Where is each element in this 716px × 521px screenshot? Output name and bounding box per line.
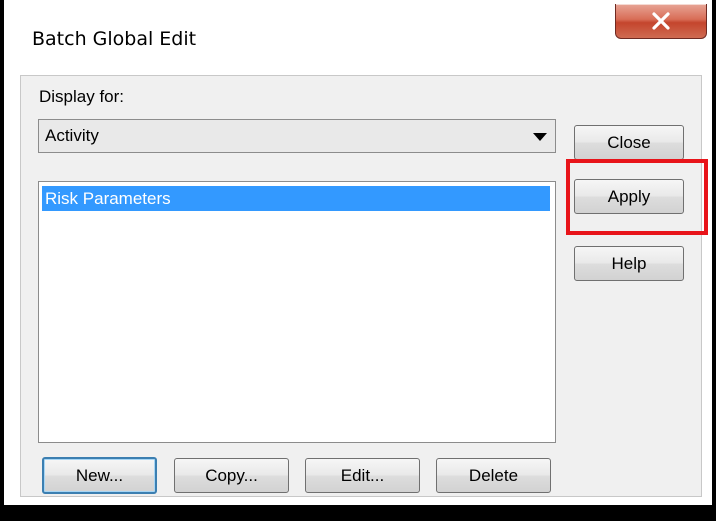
display-for-dropdown[interactable]: Activity [38,119,556,153]
dialog-client-area: Display for: Activity Risk Parameters Cl… [20,75,702,497]
list-item[interactable]: Risk Parameters [42,186,550,211]
copy-button[interactable]: Copy... [174,458,289,493]
new-button[interactable]: New... [42,457,157,494]
close-x-icon [652,12,670,30]
apply-button[interactable]: Apply [574,179,684,214]
edit-button[interactable]: Edit... [305,458,420,493]
delete-button[interactable]: Delete [436,458,551,493]
display-for-label: Display for: [39,87,125,106]
help-button[interactable]: Help [574,246,684,281]
display-for-value: Activity [45,126,99,145]
close-x-button[interactable] [615,4,707,39]
edits-listbox[interactable]: Risk Parameters [38,181,556,443]
dropdown-arrow-icon[interactable] [533,133,547,141]
close-button[interactable]: Close [574,125,684,160]
window-title: Batch Global Edit [32,28,197,50]
title-bar: Batch Global Edit [4,0,712,75]
